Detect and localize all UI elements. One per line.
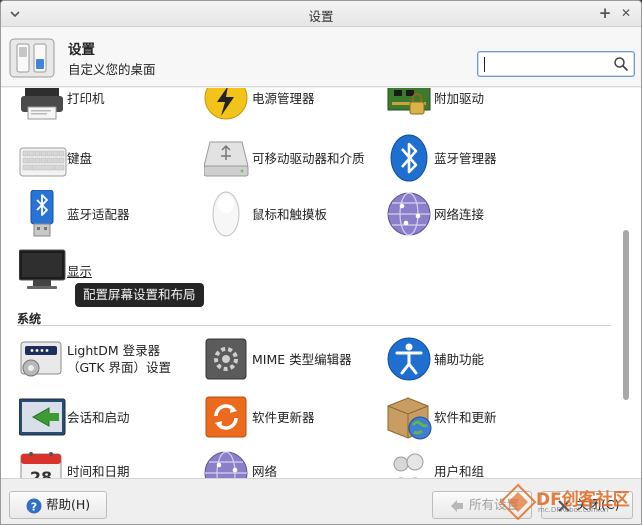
time-date-icon: 28	[19, 450, 69, 478]
lightdm-settings-item[interactable]: LightDM 登录器（GTK 界面）设置	[19, 336, 199, 384]
users-groups-item[interactable]: 用户和组	[386, 450, 556, 478]
network-connections-item[interactable]: 网络连接	[386, 190, 556, 238]
software-updater-item[interactable]: 软件更新器	[204, 394, 374, 442]
display-label: 显示	[67, 264, 93, 279]
section-divider	[17, 325, 611, 326]
network-label: 网络	[252, 464, 278, 478]
svg-text:28: 28	[30, 468, 52, 478]
bluetooth-manager-item[interactable]: 蓝牙管理器	[386, 134, 556, 182]
title-bar: 设置 + ✕	[1, 1, 641, 27]
session-startup-icon	[18, 394, 69, 440]
accessibility-label: 辅助功能	[434, 352, 485, 367]
network-item[interactable]: 网络	[204, 450, 374, 478]
keyboard-item[interactable]: 键盘	[19, 136, 189, 182]
removable-drives-label: 可移动驱动器和介质	[252, 151, 365, 166]
settings-content: 打印机 电源管理器 附加驱动 键盘 可移动驱动器和介质 蓝牙管理器 蓝牙适配器 …	[1, 88, 641, 478]
power-manager-item[interactable]: 电源管理器	[204, 88, 374, 130]
display-tooltip: 配置屏幕设置和布局	[75, 283, 204, 307]
help-button-label: 帮助(H)	[46, 497, 91, 512]
footer: ? 帮助(H) 所有设置 关闭(C)	[1, 478, 641, 524]
mouse-label: 鼠标和触摸板	[252, 207, 328, 222]
additional-drivers-item[interactable]: 附加驱动	[386, 88, 556, 130]
vertical-scrollbar[interactable]	[621, 88, 631, 478]
software-updater-icon	[204, 394, 254, 440]
session-startup-item[interactable]: 会话和启动	[18, 394, 189, 442]
settings-window: 设置 + ✕ 设置 自定义您的桌面 打印机 电源管理器 附加驱动 键盘 可移动驱…	[0, 0, 642, 525]
software-updater-label: 软件更新器	[252, 410, 315, 425]
search-input[interactable]	[477, 51, 635, 77]
header-title: 设置	[68, 42, 95, 58]
bluetooth-adapter-icon	[19, 189, 69, 237]
additional-drivers-icon	[386, 88, 436, 130]
power-manager-label: 电源管理器	[252, 91, 315, 106]
close-icon	[556, 497, 572, 513]
network-connections-label: 网络连接	[434, 207, 485, 222]
text-cursor	[484, 57, 485, 72]
users-groups-label: 用户和组	[434, 464, 485, 478]
accessibility-item[interactable]: 辅助功能	[386, 336, 556, 384]
all-settings-button[interactable]: 所有设置	[432, 491, 532, 519]
power-manager-icon	[204, 88, 254, 130]
window-title: 设置	[308, 9, 334, 24]
all-settings-button-label: 所有设置	[469, 497, 520, 512]
removable-drives-item[interactable]: 可移动驱动器和介质	[203, 136, 384, 182]
printer-icon	[19, 88, 69, 130]
bluetooth-manager-icon	[386, 134, 436, 182]
software-updates-label: 软件和更新	[434, 410, 497, 425]
lightdm-settings-label: LightDM 登录器（GTK 界面）设置	[67, 343, 172, 375]
close-button-label: 关闭(C)	[576, 497, 620, 512]
software-updates-item[interactable]: 软件和更新	[386, 394, 556, 442]
back-arrow-icon	[449, 497, 465, 513]
network-connections-icon	[386, 190, 436, 236]
close-window-button[interactable]: ✕	[618, 5, 634, 21]
mime-editor-item[interactable]: MIME 类型编辑器	[204, 336, 374, 384]
removable-drives-icon	[203, 136, 254, 182]
mouse-icon	[204, 190, 254, 237]
time-date-label: 时间和日期	[67, 464, 130, 478]
time-date-item[interactable]: 28 时间和日期	[19, 450, 189, 478]
scrollbar-thumb[interactable]	[623, 230, 629, 400]
mime-editor-label: MIME 类型编辑器	[252, 352, 352, 367]
keyboard-icon	[19, 136, 69, 182]
session-startup-label: 会话和启动	[67, 410, 130, 425]
settings-app-icon	[9, 38, 55, 78]
users-groups-icon	[386, 450, 436, 478]
maximize-button[interactable]: +	[597, 5, 613, 21]
lightdm-icon	[19, 336, 69, 382]
printer-item[interactable]: 打印机	[19, 88, 189, 130]
printer-label: 打印机	[67, 91, 105, 106]
mouse-item[interactable]: 鼠标和触摸板	[204, 190, 374, 238]
header-subtitle: 自定义您的桌面	[68, 62, 156, 77]
header: 设置 自定义您的桌面	[1, 27, 641, 87]
display-icon	[18, 248, 69, 294]
accessibility-icon	[386, 336, 436, 382]
bluetooth-adapter-item[interactable]: 蓝牙适配器	[19, 189, 189, 238]
mime-editor-icon	[204, 336, 254, 382]
svg-text:?: ?	[31, 501, 37, 514]
help-icon: ?	[26, 497, 42, 514]
software-updates-icon	[386, 394, 436, 440]
bluetooth-manager-label: 蓝牙管理器	[434, 151, 497, 166]
close-button[interactable]: 关闭(C)	[541, 491, 633, 519]
network-icon	[204, 450, 254, 478]
bluetooth-adapter-label: 蓝牙适配器	[67, 207, 130, 222]
additional-drivers-label: 附加驱动	[434, 91, 485, 106]
search-icon[interactable]	[613, 56, 629, 72]
keyboard-label: 键盘	[67, 151, 93, 166]
help-button[interactable]: ? 帮助(H)	[9, 491, 107, 519]
